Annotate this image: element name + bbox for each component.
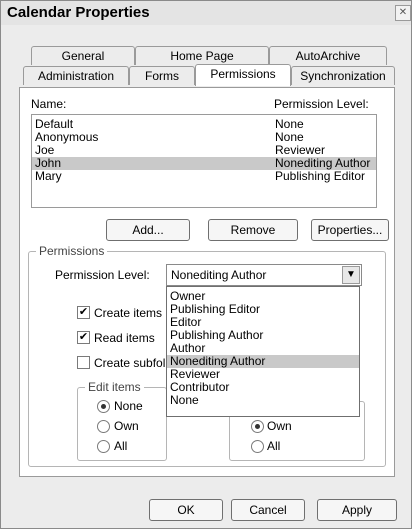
- chevron-down-icon[interactable]: ▼: [342, 266, 360, 284]
- permissions-list[interactable]: Default None Anonymous None Joe Reviewer…: [31, 114, 377, 208]
- row-level: Publishing Editor: [275, 169, 366, 183]
- permission-level-select[interactable]: Nonediting Author ▼: [166, 264, 362, 286]
- edit-own-label: Own: [114, 419, 139, 433]
- permissions-group-label: Permissions: [36, 244, 108, 258]
- tab-synchronization[interactable]: Synchronization: [291, 66, 395, 85]
- permission-level-label: Permission Level:: [55, 268, 150, 282]
- create-subfolders-label: Create subfol: [94, 356, 166, 370]
- edit-none-radio[interactable]: [97, 400, 110, 413]
- permission-level-dropdown[interactable]: Owner Publishing Editor Editor Publishin…: [166, 286, 360, 417]
- window-title: Calendar Properties: [7, 4, 150, 21]
- read-items-label: Read items: [94, 331, 155, 345]
- permission-level-column-header: Permission Level:: [274, 97, 369, 111]
- delete-own-radio[interactable]: [251, 420, 264, 433]
- properties-button[interactable]: Properties...: [311, 219, 389, 241]
- edit-all-radio[interactable]: [97, 440, 110, 453]
- tab-home-page[interactable]: Home Page: [135, 46, 269, 65]
- edit-items-label: Edit items: [85, 380, 144, 394]
- permission-level-value: Nonediting Author: [171, 268, 267, 282]
- delete-own-label: Own: [267, 419, 292, 433]
- close-icon[interactable]: ✕: [395, 5, 411, 21]
- edit-none-label: None: [114, 399, 143, 413]
- read-items-checkbox[interactable]: ✔: [77, 331, 90, 344]
- edit-own-radio[interactable]: [97, 420, 110, 433]
- apply-button[interactable]: Apply: [317, 499, 397, 521]
- delete-all-label: All: [267, 439, 281, 453]
- list-row-mary[interactable]: Mary Publishing Editor: [32, 170, 376, 183]
- tab-permissions[interactable]: Permissions: [195, 64, 291, 86]
- ok-button[interactable]: OK: [149, 499, 223, 521]
- create-items-checkbox[interactable]: ✔: [77, 306, 90, 319]
- tab-administration[interactable]: Administration: [23, 66, 129, 85]
- properties-dialog: Calendar Properties ✕ General Home Page …: [0, 0, 412, 529]
- create-subfolders-checkbox[interactable]: [77, 356, 90, 369]
- row-name: Mary: [35, 169, 62, 183]
- option-none[interactable]: None: [167, 394, 359, 407]
- create-items-label: Create items: [94, 306, 163, 320]
- name-column-header: Name:: [31, 97, 67, 111]
- cancel-button[interactable]: Cancel: [231, 499, 305, 521]
- remove-button[interactable]: Remove: [208, 219, 298, 241]
- tab-general[interactable]: General: [31, 46, 135, 65]
- tab-autoarchive[interactable]: AutoArchive: [269, 46, 387, 65]
- add-button[interactable]: Add...: [106, 219, 190, 241]
- edit-all-label: All: [114, 439, 128, 453]
- tab-forms[interactable]: Forms: [129, 66, 195, 85]
- title-bar[interactable]: Calendar Properties ✕: [1, 1, 411, 25]
- delete-all-radio[interactable]: [251, 440, 264, 453]
